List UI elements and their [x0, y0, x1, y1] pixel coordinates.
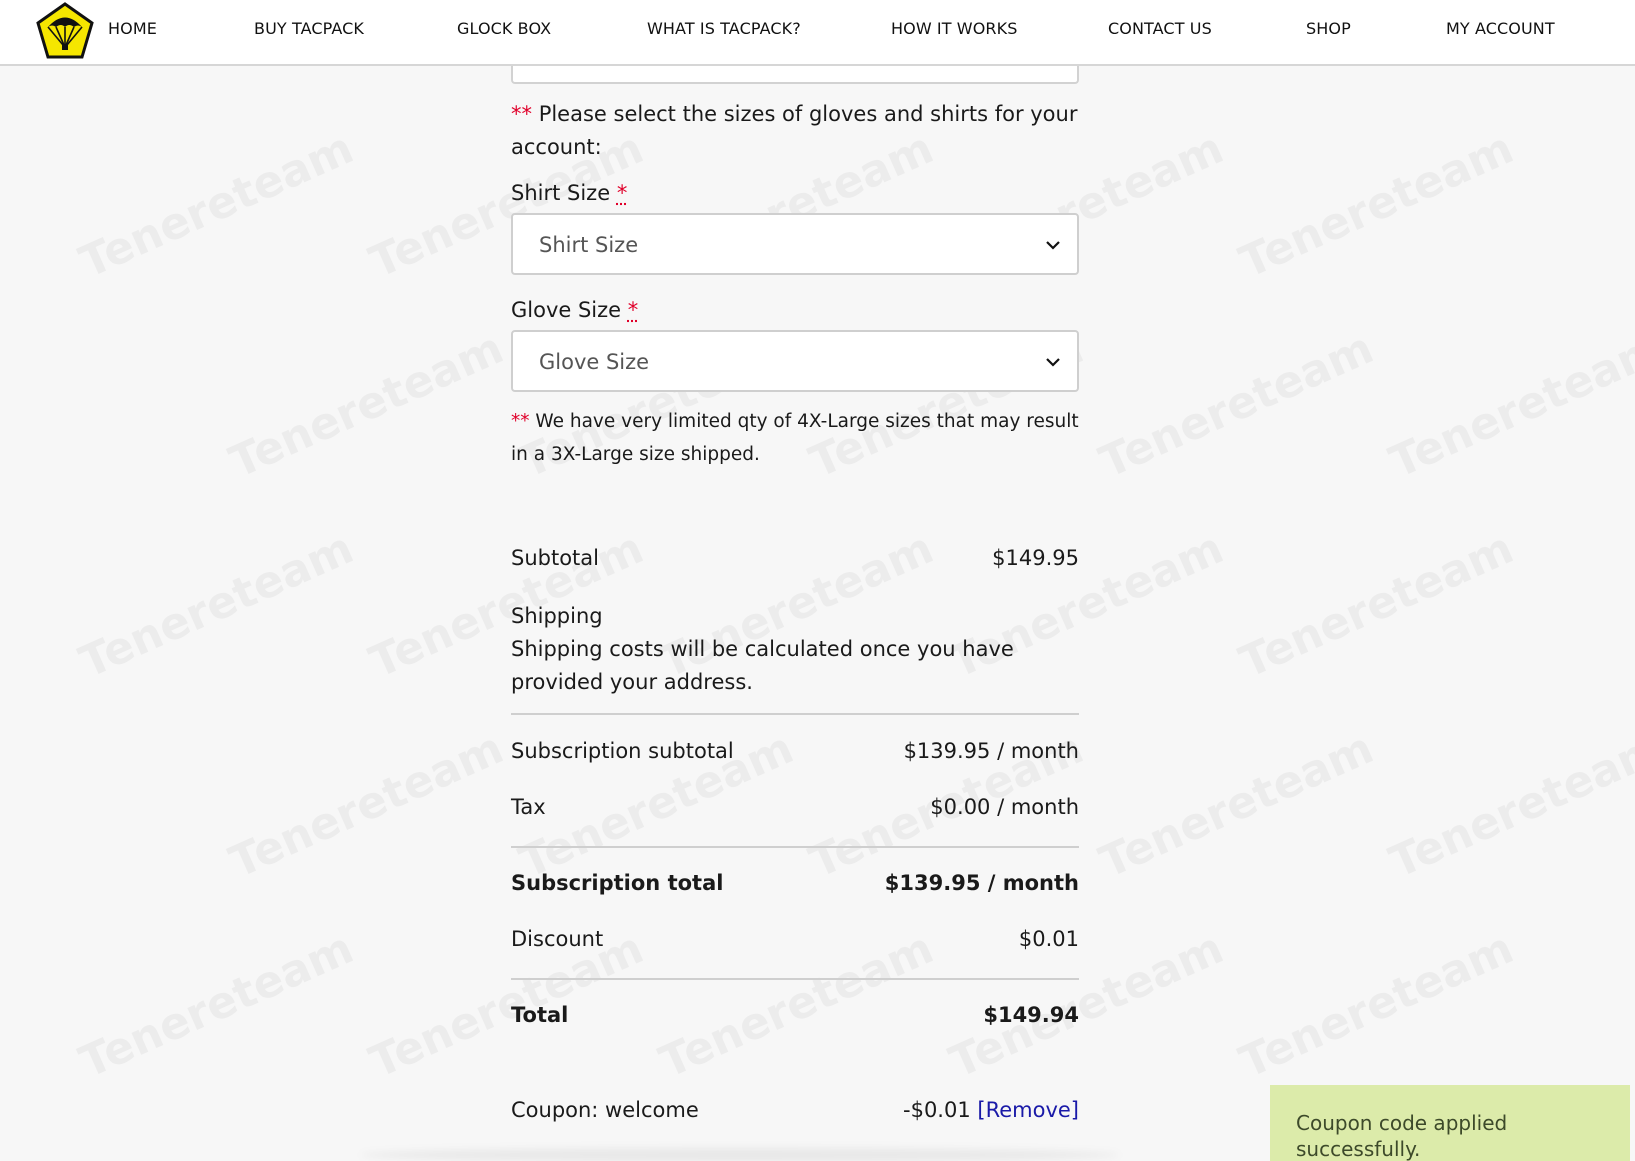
checkout-page: Tenereteam Tenereteam Tenereteam Teneret… [0, 0, 1635, 1161]
watermark-text: Tenereteam [1232, 923, 1521, 1089]
remove-coupon-link[interactable]: [Remove] [977, 1098, 1079, 1122]
nav-buy-tacpack[interactable]: BUY TACPACK [254, 19, 364, 39]
size-selection-note: ** Please select the sizes of gloves and… [511, 98, 1079, 164]
watermark-text: Tenereteam [1092, 723, 1381, 889]
glove-size-select[interactable]: Glove Size [511, 330, 1079, 392]
chevron-down-icon [1046, 241, 1060, 250]
size-selection-note-text: Please select the sizes of gloves and sh… [511, 102, 1078, 159]
coupon-row: Coupon: welcome -$0.01 [Remove] [511, 1096, 1079, 1124]
subscription-subtotal-row: Subscription subtotal $139.95 / month [511, 737, 1079, 765]
watermark-text: Tenereteam [72, 923, 361, 1089]
toast-message: Coupon code applied successfully. [1296, 1111, 1508, 1161]
coupon-value: -$0.01 [903, 1098, 971, 1122]
glove-size-placeholder: Glove Size [539, 350, 650, 374]
watermark-text: Tenereteam [1092, 323, 1381, 489]
coupon-amount: -$0.01 [Remove] [903, 1096, 1079, 1124]
subscription-subtotal-value: $139.95 / month [903, 739, 1079, 763]
subtotal-value: $149.95 [992, 546, 1079, 570]
divider [511, 978, 1079, 980]
limited-size-note: ** We have very limited qty of 4X-Large … [511, 405, 1079, 471]
divider [511, 846, 1079, 848]
watermark-text: Tenereteam [72, 523, 361, 689]
total-row: Total $149.94 [511, 1001, 1079, 1029]
coupon-label: Coupon: welcome [511, 1098, 699, 1122]
tax-row: Tax $0.00 / month [511, 793, 1079, 821]
tax-label: Tax [511, 795, 546, 819]
watermark-text: Tenereteam [222, 323, 511, 489]
subtotal-row: Subtotal $149.95 [511, 544, 1079, 572]
watermark-text: Tenereteam [1382, 323, 1635, 489]
required-asterisk: * [627, 298, 639, 322]
chevron-down-icon [1046, 358, 1060, 367]
nav-what-is-tacpack[interactable]: WHAT IS TACPACK? [647, 19, 801, 39]
nav-home[interactable]: HOME [108, 19, 157, 39]
nav-how-it-works[interactable]: HOW IT WORKS [891, 19, 1018, 39]
divider [511, 713, 1079, 715]
coupon-success-toast: Coupon code applied successfully. [1270, 1085, 1630, 1161]
parachute-logo-icon[interactable] [36, 2, 94, 60]
shipping-label: Shipping [511, 604, 603, 628]
shipping-block: Shipping Shipping costs will be calculat… [511, 600, 1079, 699]
shirt-size-label: Shirt Size * [511, 179, 1079, 207]
shirt-size-select[interactable]: Shirt Size [511, 213, 1079, 275]
nav-shop[interactable]: SHOP [1306, 19, 1351, 39]
watermark-text: Tenereteam [1232, 123, 1521, 289]
discount-label: Discount [511, 927, 604, 951]
bottom-shadow [360, 1148, 1120, 1161]
subtotal-label: Subtotal [511, 546, 599, 570]
discount-row: Discount $0.01 [511, 925, 1079, 953]
watermark-text: Tenereteam [1232, 523, 1521, 689]
total-value: $149.94 [983, 1003, 1079, 1027]
shirt-size-label-text: Shirt Size [511, 181, 611, 205]
total-label: Total [511, 1003, 569, 1027]
nav-my-account[interactable]: MY ACCOUNT [1446, 19, 1555, 39]
nav-glock-box[interactable]: GLOCK BOX [457, 19, 551, 39]
top-navigation-bar: HOME BUY TACPACK GLOCK BOX WHAT IS TACPA… [0, 0, 1635, 66]
limited-size-note-text: We have very limited qty of 4X-Large siz… [511, 411, 1079, 465]
nav-contact-us[interactable]: CONTACT US [1108, 19, 1212, 39]
subscription-total-row: Subscription total $139.95 / month [511, 869, 1079, 897]
shirt-size-placeholder: Shirt Size [539, 233, 639, 257]
required-mark: ** [511, 411, 530, 432]
watermark-text: Tenereteam [72, 123, 361, 289]
required-asterisk: * [616, 181, 628, 205]
watermark-text: Tenereteam [222, 723, 511, 889]
subscription-total-value: $139.95 / month [884, 871, 1079, 895]
required-mark: ** [511, 102, 532, 126]
subscription-subtotal-label: Subscription subtotal [511, 739, 734, 763]
discount-value: $0.01 [1018, 927, 1079, 951]
shipping-note: Shipping costs will be calculated once y… [511, 637, 1014, 694]
glove-size-label: Glove Size * [511, 296, 1079, 324]
glove-size-label-text: Glove Size [511, 298, 622, 322]
subscription-total-label: Subscription total [511, 871, 724, 895]
watermark-text: Tenereteam [1382, 723, 1635, 889]
tax-value: $0.00 / month [930, 795, 1079, 819]
